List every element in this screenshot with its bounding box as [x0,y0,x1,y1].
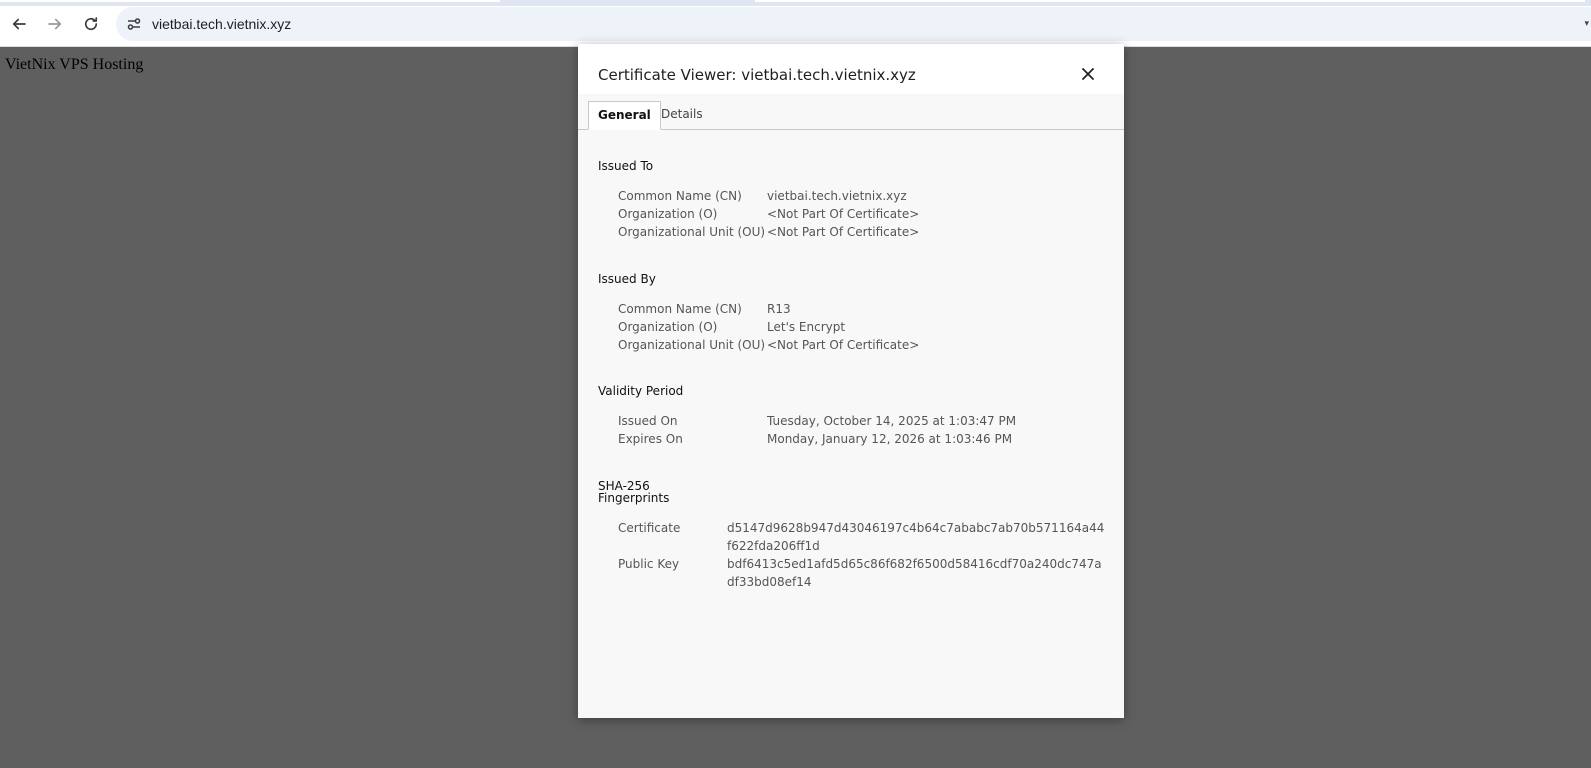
tab-details[interactable]: Details [652,101,712,128]
validity-heading: Validity Period [598,384,684,398]
issued-by-o-label: Organization (O) [618,320,718,334]
issued-to-cn-label: Common Name (CN) [618,189,742,203]
close-icon[interactable] [1076,62,1100,86]
forward-arrow-icon[interactable] [40,9,70,39]
issued-to-heading: Issued To [598,159,654,173]
dialog-title: Certificate Viewer: vietbai.tech.vietnix… [598,66,916,84]
issued-by-o-value: Let's Encrypt [767,320,846,334]
dialog-header: Certificate Viewer: vietbai.tech.vietnix… [578,44,1124,94]
issued-to-o-label: Organization (O) [618,207,718,221]
back-arrow-icon[interactable] [4,9,34,39]
issued-on-value: Tuesday, October 14, 2025 at 1:03:47 PM [767,414,1017,428]
issued-by-ou-value: <Not Part Of Certificate> [767,338,920,352]
tab-strip-edge [0,0,1591,6]
expires-on-label: Expires On [618,432,683,446]
fingerprints-heading-line2: Fingerprints [598,491,670,505]
dialog-tabs: General Details [578,101,1124,130]
issued-on-label: Issued On [618,414,678,428]
issued-to-cn-value: vietbai.tech.vietnix.xyz [767,189,907,203]
issued-by-cn-label: Common Name (CN) [618,302,742,316]
public-key-fingerprint-value: bdf6413c5ed1afd5d65c86f682f6500d58416cdf… [727,557,1102,589]
issued-by-ou-label: Organizational Unit (OU) [618,338,766,352]
certificate-fingerprint-label: Certificate [618,521,681,535]
site-settings-icon[interactable] [122,12,146,36]
page-heading-text: VietNix VPS Hosting [5,56,144,73]
issued-to-o-value: <Not Part Of Certificate> [767,207,920,221]
public-key-fingerprint-label: Public Key [618,557,680,571]
certificate-viewer-dialog: Certificate Viewer: vietbai.tech.vietnix… [578,44,1124,718]
issued-to-ou-label: Organizational Unit (OU) [618,225,766,239]
expires-on-value: Monday, January 12, 2026 at 1:03:46 PM [767,432,1013,446]
address-bar[interactable]: vietbai.tech.vietnix.xyz [116,7,1591,41]
reload-icon[interactable] [76,9,106,39]
chevron-down-icon: ▾ [1584,18,1589,28]
browser-toolbar: vietbai.tech.vietnix.xyz ▾ [0,0,1591,47]
tab-general[interactable]: General [588,101,661,130]
issued-to-ou-value: <Not Part Of Certificate> [767,225,920,239]
url-text[interactable]: vietbai.tech.vietnix.xyz [152,16,291,32]
issued-by-cn-value: R13 [767,302,791,316]
certificate-fingerprint-value: d5147d9628b947d43046197c4b64c7ababc7ab70… [727,521,1105,553]
issued-by-heading: Issued By [598,272,656,286]
